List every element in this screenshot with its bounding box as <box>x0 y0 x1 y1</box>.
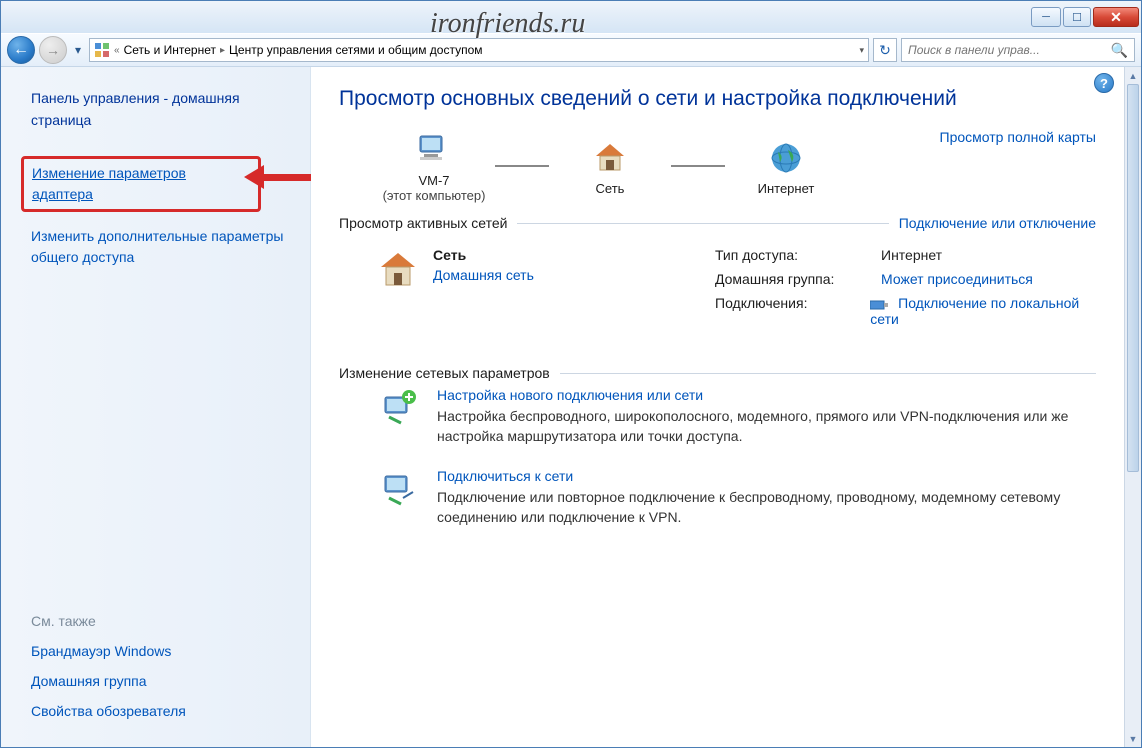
globe-icon <box>765 137 807 179</box>
search-icon: 🔍 <box>1111 42 1128 59</box>
scroll-thumb[interactable] <box>1127 84 1139 472</box>
search-input[interactable] <box>908 43 1111 57</box>
content-area: Панель управления - домашняя страница Из… <box>1 67 1141 747</box>
homegroup-label: Домашняя группа: <box>715 271 881 287</box>
titlebar: ─ ☐ ✕ <box>1 1 1141 33</box>
netmap-node-computer-sub: (этот компьютер) <box>383 188 486 203</box>
sidebar-home-link[interactable]: Панель управления - домашняя страница <box>31 87 296 132</box>
sidebar-link-sharing[interactable]: Изменить дополнительные параметры общего… <box>31 226 296 268</box>
homegroup-value-link[interactable]: Может присоединиться <box>881 271 1033 287</box>
netmap-node-network[interactable]: Сеть <box>555 137 665 196</box>
nav-back-button[interactable]: ← <box>7 36 35 64</box>
active-network-name: Сеть <box>433 247 534 263</box>
nav-forward-button[interactable]: → <box>39 36 67 64</box>
sidebar-link-adapter[interactable]: Изменение параметров адаптера <box>32 163 250 205</box>
new-connection-icon <box>379 387 421 429</box>
connections-label: Подключения: <box>715 295 870 327</box>
breadcrumb-level2[interactable]: Центр управления сетями и общим доступом <box>229 43 483 57</box>
scroll-track[interactable] <box>1125 84 1141 730</box>
access-type-value: Интернет <box>881 247 942 263</box>
connect-disconnect-link[interactable]: Подключение или отключение <box>899 215 1096 231</box>
control-panel-icon <box>94 42 110 58</box>
network-map: VM-7 (этот компьютер) Сеть <box>339 129 1096 203</box>
connections-value-link[interactable]: Подключение по локальной сети <box>870 295 1096 327</box>
new-connection-item[interactable]: Настройка нового подключения или сети На… <box>339 387 1096 446</box>
breadcrumb-sep1: « <box>114 45 120 56</box>
help-icon[interactable]: ? <box>1094 73 1114 93</box>
scrollbar[interactable]: ▲ ▼ <box>1124 67 1141 747</box>
nic-icon <box>870 298 888 310</box>
see-also-header: См. также <box>31 613 296 629</box>
highlight-box: Изменение параметров адаптера <box>21 156 261 212</box>
scroll-down-button[interactable]: ▼ <box>1125 730 1141 747</box>
computer-icon <box>413 129 455 171</box>
sidebar-link-inetopts[interactable]: Свойства обозревателя <box>31 703 296 719</box>
scroll-up-button[interactable]: ▲ <box>1125 67 1141 84</box>
maximize-button[interactable]: ☐ <box>1063 7 1091 27</box>
active-network-type-link[interactable]: Домашняя сеть <box>433 267 534 283</box>
nav-history-dropdown[interactable]: ▾ <box>71 38 85 62</box>
netmap-node-internet-label: Интернет <box>758 181 815 196</box>
netmap-node-network-label: Сеть <box>596 181 625 196</box>
access-type-label: Тип доступа: <box>715 247 881 263</box>
view-full-map-link[interactable]: Просмотр полной карты <box>940 129 1096 145</box>
address-bar[interactable]: « Сеть и Интернет ▸ Центр управления сет… <box>89 38 869 62</box>
address-dropdown-icon[interactable]: ▾ <box>859 45 864 56</box>
minimize-button[interactable]: ─ <box>1031 7 1061 27</box>
see-also: См. также Брандмауэр Windows Домашняя гр… <box>31 613 296 733</box>
breadcrumb-level1[interactable]: Сеть и Интернет <box>124 43 216 57</box>
breadcrumb-sep2: ▸ <box>220 45 225 56</box>
close-button[interactable]: ✕ <box>1093 7 1139 27</box>
netmap-node-computer-label: VM-7 <box>418 173 449 188</box>
main-panel: ? Просмотр основных сведений о сети и на… <box>311 67 1124 747</box>
navbar: ← → ▾ « Сеть и Интернет ▸ Центр управлен… <box>1 33 1141 67</box>
netmap-node-computer[interactable]: VM-7 (этот компьютер) <box>379 129 489 203</box>
connect-network-desc: Подключение или повторное подключение к … <box>437 488 1096 527</box>
sidebar: Панель управления - домашняя страница Из… <box>1 67 311 747</box>
window: ironfriends.ru ─ ☐ ✕ ← → ▾ « Сеть и Инте… <box>0 0 1142 748</box>
refresh-button[interactable]: ↻ <box>873 38 897 62</box>
connect-network-icon <box>379 468 421 510</box>
house-icon <box>375 247 421 293</box>
netmap-node-internet[interactable]: Интернет <box>731 137 841 196</box>
active-networks-title: Просмотр активных сетей <box>339 215 507 231</box>
connect-network-item[interactable]: Подключиться к сети Подключение или повт… <box>339 468 1096 527</box>
search-box[interactable]: 🔍 <box>901 38 1135 62</box>
change-settings-section: Изменение сетевых параметров Настройка н… <box>339 359 1096 527</box>
page-heading: Просмотр основных сведений о сети и наст… <box>339 87 1096 111</box>
sidebar-link-firewall[interactable]: Брандмауэр Windows <box>31 643 296 659</box>
sidebar-link-homegroup[interactable]: Домашняя группа <box>31 673 296 689</box>
house-icon <box>589 137 631 179</box>
netmap-connector <box>671 165 725 167</box>
connect-network-title[interactable]: Подключиться к сети <box>437 468 1096 484</box>
new-connection-desc: Настройка беспроводного, широкополосного… <box>437 407 1096 446</box>
active-networks-section: Просмотр активных сетей Подключение или … <box>339 215 1096 349</box>
change-settings-title: Изменение сетевых параметров <box>339 365 550 381</box>
new-connection-title[interactable]: Настройка нового подключения или сети <box>437 387 1096 403</box>
netmap-connector <box>495 165 549 167</box>
